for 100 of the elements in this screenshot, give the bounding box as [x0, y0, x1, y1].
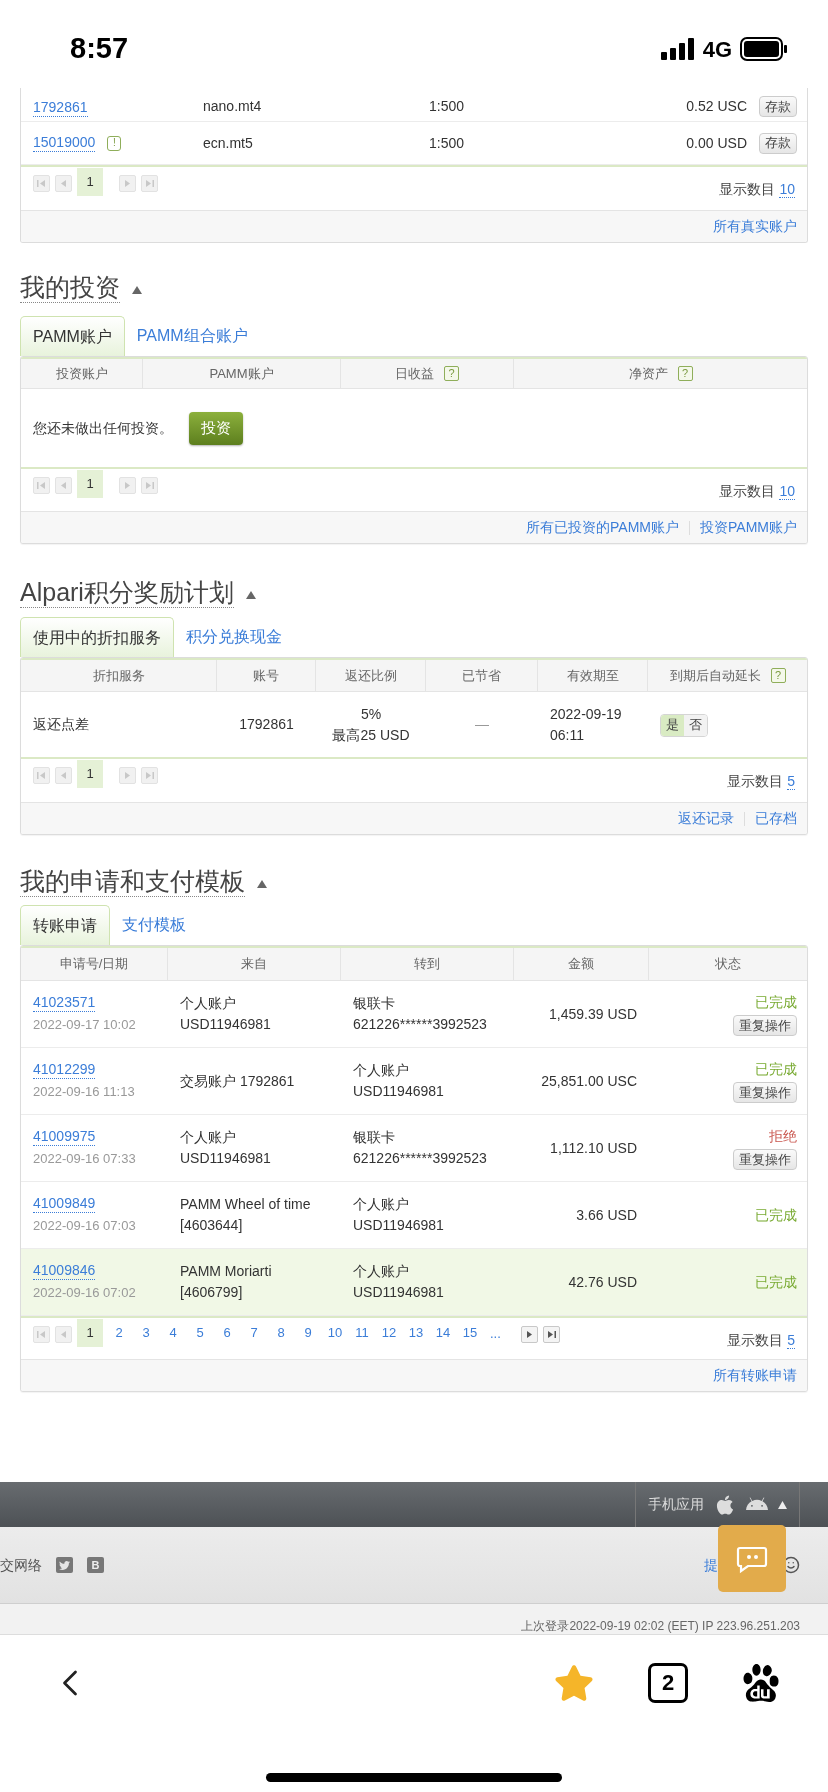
section-title[interactable]: Alpari积分奖励计划 [20, 577, 234, 608]
request-link[interactable]: 41009849 [33, 1194, 96, 1213]
repeat-button[interactable]: 重复操作 [733, 1015, 797, 1036]
last-page-icon[interactable] [545, 1329, 557, 1339]
destination-account: 个人账户 USD11946981 [352, 1061, 445, 1101]
footer-link[interactable]: 已存档 [755, 808, 797, 829]
page-link[interactable]: 1 [77, 1319, 103, 1347]
amount: 3.66 USD [575, 1205, 638, 1225]
page-link[interactable]: 3 [135, 1319, 157, 1347]
page-link[interactable]: 10 [324, 1319, 346, 1347]
column-header: 账号 [217, 660, 316, 691]
footer-link[interactable]: 所有已投资的PAMM账户 [526, 517, 680, 538]
status-label: 已完成 [755, 993, 797, 1012]
page-size-link[interactable]: 5 [787, 1332, 795, 1349]
collapse-icon[interactable] [132, 286, 142, 294]
twitter-icon[interactable] [56, 1557, 73, 1573]
footer-link[interactable]: 所有真实账户 [713, 216, 797, 237]
saved-amount: — [474, 715, 490, 734]
page-link[interactable]: 11 [351, 1319, 373, 1347]
page-link[interactable]: 4 [162, 1319, 184, 1347]
tab[interactable]: 积分兑换现金 [174, 617, 294, 657]
page-link[interactable]: 8 [270, 1319, 292, 1347]
destination-account: 银联卡 621226******3992523 [352, 994, 488, 1034]
destination-account: 个人账户 USD11946981 [352, 1262, 445, 1302]
request-link[interactable]: 41012299 [33, 1060, 96, 1079]
expand-icon[interactable] [778, 1500, 787, 1509]
column-header: 转到 [341, 948, 514, 980]
amount: 25,851.00 USC [540, 1071, 638, 1091]
page-link[interactable]: 2 [108, 1319, 130, 1347]
page-link[interactable]: 5 [189, 1319, 211, 1347]
page-size-label: 显示数目 [727, 772, 784, 791]
page-link[interactable]: 13 [405, 1319, 427, 1347]
tab[interactable]: PAMM组合账户 [124, 316, 260, 356]
amount: 1,112.10 USD [549, 1138, 638, 1158]
toggle-option[interactable]: 是 [661, 714, 684, 736]
help-link[interactable]: 提 [704, 1554, 718, 1576]
collapse-icon[interactable] [257, 880, 267, 888]
tab[interactable]: PAMM账户 [20, 316, 125, 356]
page-link[interactable]: 9 [297, 1319, 319, 1347]
source-account: PAMM Wheel of time [4603644] [179, 1195, 312, 1235]
section-title[interactable]: 我的申请和支付模板 [20, 866, 245, 897]
status-label: 拒绝 [769, 1127, 797, 1146]
repeat-button[interactable]: 重复操作 [733, 1149, 797, 1170]
help-icon[interactable]: ? [770, 668, 786, 683]
tab[interactable]: 支付模板 [110, 905, 198, 945]
column-header: 投资账户 [21, 359, 143, 388]
collapse-icon[interactable] [245, 591, 256, 599]
page-link[interactable]: 1 [77, 168, 103, 196]
page-link[interactable]: 15 [459, 1319, 481, 1347]
invest-button[interactable]: 投资 [189, 411, 243, 445]
column-header: PAMM账户 [143, 359, 341, 388]
source-account: 个人账户 USD11946981 [179, 1128, 272, 1168]
request-link[interactable]: 41009846 [33, 1261, 96, 1280]
deposit-button[interactable]: 存款 [759, 96, 797, 117]
social-link-icon[interactable]: B [87, 1557, 104, 1573]
destination-account: 银联卡 621226******3992523 [352, 1128, 488, 1168]
page-link[interactable]: 6 [216, 1319, 238, 1347]
tab[interactable]: 转账申请 [20, 905, 110, 945]
star-icon[interactable] [554, 1662, 594, 1703]
status-label: 已完成 [755, 1272, 797, 1292]
rebate-rate: 5% 最高25 USD [331, 704, 411, 745]
footer-link[interactable]: 所有转账申请 [713, 1365, 797, 1386]
service-name: 返还点差 [32, 715, 90, 734]
account-link[interactable]: 1792861 [33, 99, 88, 117]
page-size-link[interactable]: 5 [787, 773, 795, 790]
network-label: 4G [702, 35, 732, 64]
footer-link[interactable]: 投资PAMM账户 [700, 517, 797, 538]
signal-icon [660, 38, 695, 60]
request-date: 2022-09-16 07:03 [33, 1217, 136, 1235]
account-link[interactable]: 15019000 [33, 134, 96, 152]
page-link[interactable]: 1 [77, 470, 103, 498]
warning-icon[interactable]: ! [107, 135, 122, 151]
leverage: 1:500 [427, 97, 465, 116]
empty-message: 您还未做出任何投资。 [33, 418, 173, 438]
page-link[interactable]: 14 [432, 1319, 454, 1347]
source-account: 个人账户 USD11946981 [179, 994, 272, 1034]
footer-link[interactable]: 返还记录 [678, 808, 734, 829]
page-link[interactable]: 7 [243, 1319, 265, 1347]
page-size-link[interactable]: 10 [779, 181, 795, 198]
deposit-button[interactable]: 存款 [759, 132, 797, 154]
tabs-button[interactable]: 2 [648, 1662, 688, 1703]
request-link[interactable]: 41023571 [33, 993, 96, 1012]
page-link[interactable]: 1 [77, 760, 103, 788]
page-size-link[interactable]: 10 [779, 483, 795, 500]
page-size-label: 显示数目 [727, 1331, 784, 1350]
toggle-option[interactable]: 否 [684, 714, 707, 736]
auto-extend-toggle[interactable]: 是 否 [660, 713, 708, 737]
status-label: 已完成 [755, 1205, 797, 1225]
request-link[interactable]: 41009975 [33, 1127, 96, 1146]
apple-icon[interactable] [714, 1493, 736, 1516]
section-title[interactable]: 我的投资 [20, 272, 120, 303]
help-icon[interactable]: ? [677, 366, 693, 381]
help-icon[interactable]: ? [444, 366, 459, 381]
tab[interactable]: 使用中的折扣服务 [20, 617, 174, 657]
page-link[interactable]: 12 [378, 1319, 400, 1347]
page-size-label: 显示数目 [719, 482, 776, 501]
expiry-date: 2022-09-19 06:11 [549, 704, 623, 745]
column-header: 日收益 ? [341, 359, 514, 388]
repeat-button[interactable]: 重复操作 [733, 1082, 797, 1103]
paw-icon[interactable] [742, 1663, 780, 1702]
